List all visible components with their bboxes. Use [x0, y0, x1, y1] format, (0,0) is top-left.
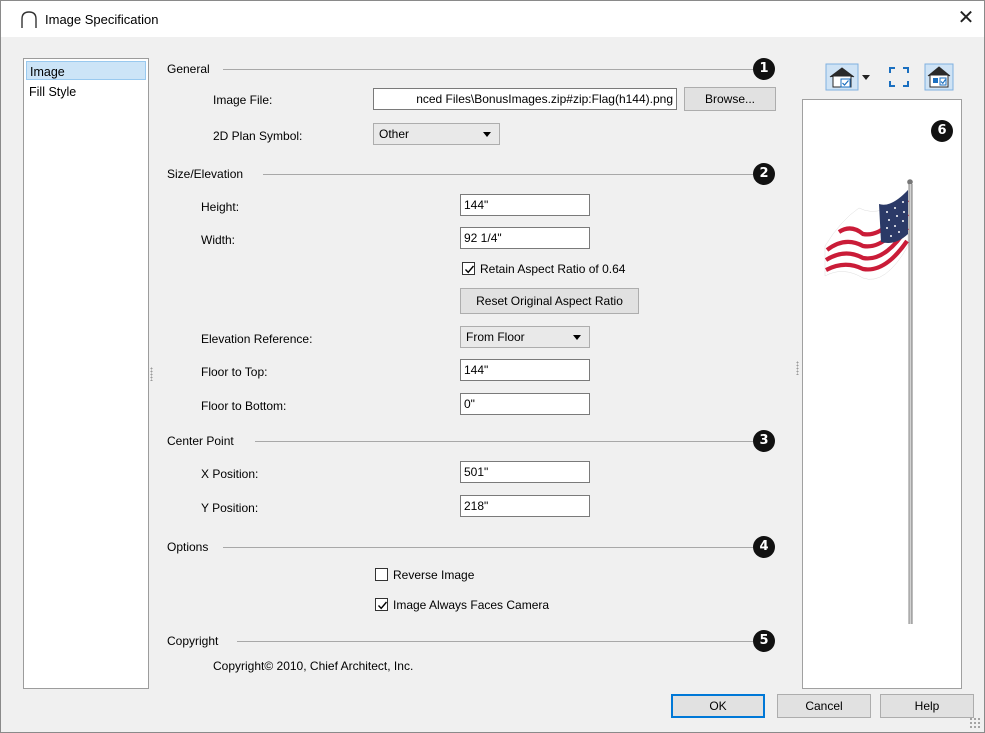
reverse-image-label: Reverse Image	[393, 568, 475, 582]
y-position-label: Y Position:	[201, 501, 259, 515]
options-divider	[223, 547, 753, 548]
size-divider	[263, 174, 753, 175]
floor-to-bottom-field[interactable]: 0"	[460, 393, 590, 415]
title-bar: Image Specification ✕	[1, 1, 984, 37]
checkbox-box	[375, 568, 388, 581]
resize-grip-icon[interactable]	[969, 717, 981, 729]
height-label: Height:	[201, 200, 240, 214]
floor-to-top-field[interactable]: 144"	[460, 359, 590, 381]
browse-button[interactable]: Browse...	[684, 87, 776, 111]
reset-aspect-ratio-button[interactable]: Reset Original Aspect Ratio	[460, 288, 639, 314]
category-list: Image Fill Style	[23, 58, 149, 689]
size-elevation-heading: Size/Elevation	[167, 167, 250, 181]
copyright-divider	[237, 641, 753, 642]
render-preview-icon[interactable]	[924, 63, 954, 91]
retain-aspect-label: Retain Aspect Ratio of 0.64	[480, 262, 626, 276]
window-title: Image Specification	[45, 12, 159, 27]
x-position-label: X Position:	[201, 467, 259, 481]
ok-button[interactable]: OK	[671, 694, 765, 718]
checkmark-icon	[377, 601, 388, 610]
plan-symbol-dropdown[interactable]: Other	[373, 123, 500, 145]
cancel-button[interactable]: Cancel	[777, 694, 871, 718]
american-flag-image	[824, 179, 913, 624]
nav-item-image[interactable]: Image	[26, 61, 146, 80]
right-splitter-grip[interactable]	[796, 361, 799, 375]
retain-aspect-checkbox[interactable]: Retain Aspect Ratio of 0.64	[462, 262, 625, 278]
height-field[interactable]: 144"	[460, 194, 590, 216]
center-divider	[255, 441, 753, 442]
center-point-heading: Center Point	[167, 434, 240, 448]
callout-badge-1: 1	[753, 58, 775, 80]
chief-architect-arc-icon	[21, 11, 37, 28]
help-button[interactable]: Help	[880, 694, 974, 718]
reverse-image-checkbox[interactable]: Reverse Image	[375, 568, 474, 584]
width-field[interactable]: 92 1/4"	[460, 227, 590, 249]
width-label: Width:	[201, 233, 236, 247]
fit-to-view-icon[interactable]	[886, 63, 912, 91]
floor-to-bottom-label: Floor to Bottom:	[201, 399, 287, 413]
elevation-reference-value: From Floor	[466, 330, 525, 344]
copyright-text: Copyright© 2010, Chief Architect, Inc.	[213, 659, 414, 673]
options-heading: Options	[167, 540, 215, 554]
y-position-field[interactable]: 218"	[460, 495, 590, 517]
chevron-down-icon	[573, 335, 581, 340]
house-view-dropdown-icon[interactable]	[825, 63, 873, 91]
faces-camera-label: Image Always Faces Camera	[393, 598, 550, 612]
elevation-reference-label: Elevation Reference:	[201, 332, 313, 346]
checkbox-box	[375, 598, 388, 611]
image-preview-pane: 6	[802, 99, 962, 689]
chevron-down-icon	[483, 132, 491, 137]
floor-to-top-label: Floor to Top:	[201, 365, 268, 379]
image-file-label: Image File:	[213, 93, 273, 107]
image-specification-dialog: Image Specification ✕ Image Fill Style G…	[0, 0, 985, 733]
close-icon[interactable]: ✕	[951, 5, 981, 33]
checkbox-box	[462, 262, 475, 275]
left-splitter-grip[interactable]	[150, 367, 153, 381]
faces-camera-checkbox[interactable]: Image Always Faces Camera	[375, 598, 549, 614]
callout-badge-3: 3	[753, 430, 775, 452]
callout-badge-5: 5	[753, 630, 775, 652]
callout-badge-4: 4	[753, 536, 775, 558]
nav-item-fill-style[interactable]: Fill Style	[26, 82, 146, 101]
copyright-heading: Copyright	[167, 634, 225, 648]
elevation-reference-dropdown[interactable]: From Floor	[460, 326, 590, 348]
general-heading: General	[167, 62, 216, 76]
general-divider	[223, 69, 753, 70]
x-position-field[interactable]: 501"	[460, 461, 590, 483]
checkmark-icon	[464, 265, 475, 274]
image-file-field[interactable]: nced Files\BonusImages.zip#zip:Flag(h144…	[373, 88, 677, 110]
plan-symbol-label: 2D Plan Symbol:	[213, 129, 303, 143]
plan-symbol-value: Other	[379, 127, 410, 141]
callout-badge-2: 2	[753, 163, 775, 185]
